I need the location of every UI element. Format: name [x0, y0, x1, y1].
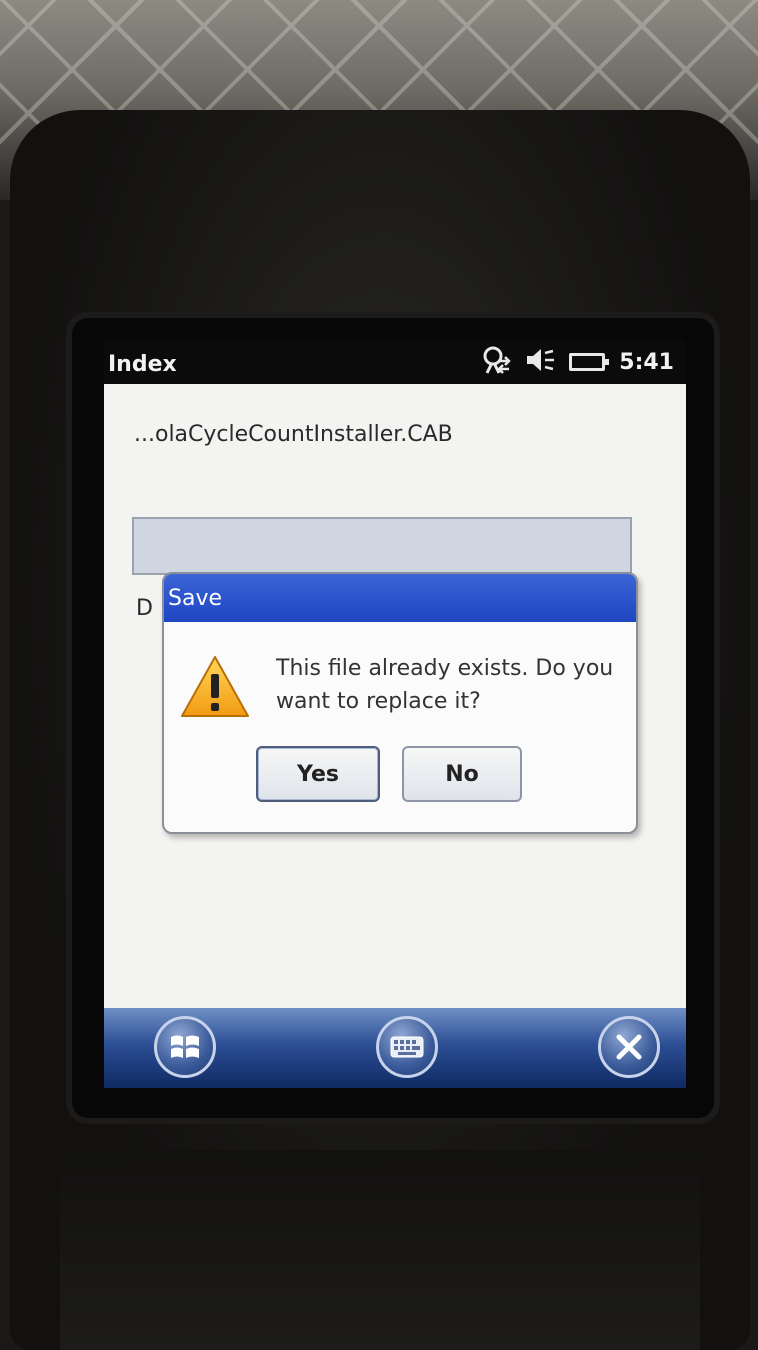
yes-button[interactable]: Yes — [256, 746, 380, 802]
window-title: Index — [108, 352, 177, 377]
keyboard-icon[interactable] — [376, 1016, 438, 1078]
status-area[interactable]: 5:41 — [481, 344, 674, 380]
download-progress-bar — [132, 517, 632, 575]
clock[interactable]: 5:41 — [619, 350, 674, 375]
file-name: ...olaCycleCountInstaller.CAB — [134, 422, 453, 447]
title-bar: Index 5:41 — [104, 340, 686, 384]
device-keypad-area — [60, 1150, 700, 1350]
warning-icon — [180, 654, 250, 720]
save-dialog: Save This file already exists. Do you wa… — [162, 572, 638, 834]
battery-icon[interactable] — [569, 353, 610, 371]
connectivity-icon[interactable] — [481, 345, 512, 379]
dialog-title-bar: Save — [164, 574, 636, 622]
close-icon[interactable] — [598, 1016, 660, 1078]
dialog-message: This file already exists. Do you want to… — [276, 656, 614, 714]
speaker-muted-icon[interactable] — [525, 347, 555, 377]
obscured-label: D — [136, 596, 153, 621]
device-screen: Index 5:41 ...olaCycleCountInstaller.CAB — [104, 340, 686, 1088]
dialog-title: Save — [168, 586, 223, 611]
windows-start-icon[interactable] — [154, 1016, 216, 1078]
no-button[interactable]: No — [402, 746, 522, 802]
taskbar — [104, 1008, 686, 1088]
